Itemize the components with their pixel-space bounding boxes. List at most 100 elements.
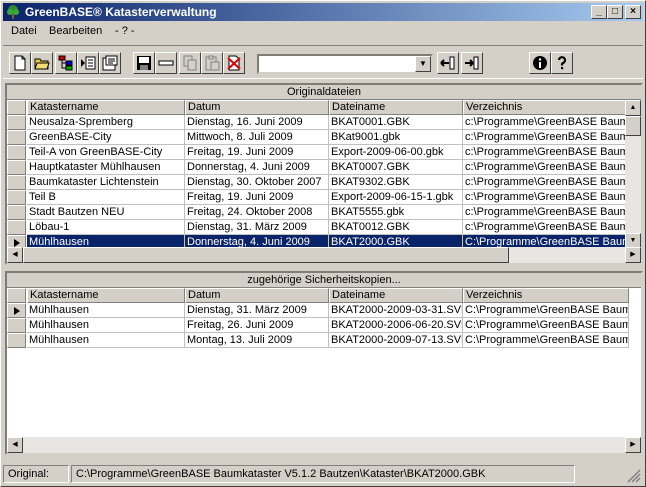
scroll-thumb[interactable] bbox=[625, 116, 641, 136]
originals-table-cell[interactable]: Mittwoch, 8. Juli 2009 bbox=[185, 130, 329, 145]
save-button[interactable] bbox=[133, 52, 155, 74]
info-button[interactable] bbox=[529, 52, 551, 74]
arrow-up-icon: ▲ bbox=[629, 104, 637, 111]
originals-row-indicator[interactable] bbox=[7, 160, 26, 175]
paste-disabled-button[interactable] bbox=[201, 52, 223, 74]
originals-row-indicator[interactable] bbox=[7, 190, 26, 205]
originals-horizontal-scrollbar[interactable]: ◀ ▶ bbox=[7, 247, 641, 263]
originals-table-cell[interactable]: Neusalza-Spremberg bbox=[27, 115, 185, 130]
minimize-panel-button[interactable] bbox=[155, 52, 177, 74]
help-button[interactable] bbox=[551, 52, 573, 74]
backups-row-indicator[interactable] bbox=[7, 303, 26, 318]
originals-table-cell[interactable]: Teil-A von GreenBASE-City bbox=[27, 145, 185, 160]
backups-horizontal-scrollbar[interactable]: ◀ ▶ bbox=[7, 437, 641, 453]
originals-table-cell[interactable]: Löbau-1 bbox=[27, 220, 185, 235]
originals-table-cell[interactable]: BKAT0007.GBK bbox=[329, 160, 463, 175]
originals-row-indicator[interactable] bbox=[7, 175, 26, 190]
originals-row-indicator[interactable] bbox=[7, 115, 26, 130]
delete-file-button[interactable] bbox=[223, 52, 245, 74]
originals-table-cell[interactable]: Baumkataster Lichtenstein bbox=[27, 175, 185, 190]
minimize-button[interactable]: _ bbox=[591, 5, 607, 19]
close-button[interactable]: × bbox=[625, 5, 641, 19]
originals-column-header[interactable]: Katastername bbox=[27, 100, 185, 115]
backups-table-cell[interactable]: BKAT2000-2006-06-20.SVB bbox=[329, 318, 463, 333]
backups-row-indicator[interactable] bbox=[7, 333, 26, 348]
originals-table-cell[interactable]: c:\Programme\GreenBASE Baumk bbox=[463, 130, 629, 145]
move-right-button[interactable] bbox=[461, 52, 483, 74]
maximize-button[interactable]: □ bbox=[607, 5, 623, 19]
originals-table-cell[interactable]: c:\Programme\GreenBASE Baumk bbox=[463, 175, 629, 190]
list-view-button[interactable] bbox=[77, 52, 99, 74]
originals-table-cell[interactable]: c:\Programme\GreenBASE Baumk bbox=[463, 190, 629, 205]
originals-table-cell[interactable]: Hauptkataster Mühlhausen bbox=[27, 160, 185, 175]
open-folder-button[interactable] bbox=[31, 52, 53, 74]
menu-bearbeiten[interactable]: Bearbeiten bbox=[49, 25, 102, 37]
backups-column-header[interactable]: Verzeichnis bbox=[463, 288, 629, 303]
kataster-combo[interactable]: ▼ bbox=[257, 54, 433, 74]
originals-vertical-scrollbar[interactable]: ▲ ▼ bbox=[625, 100, 641, 249]
backups-table-cell[interactable]: Mühlhausen bbox=[27, 318, 185, 333]
originals-column-header[interactable]: Verzeichnis bbox=[463, 100, 629, 115]
originals-column-header[interactable]: Datum bbox=[185, 100, 329, 115]
originals-column-header[interactable]: Dateiname bbox=[329, 100, 463, 115]
menu-help[interactable]: - ? - bbox=[115, 25, 135, 37]
scroll-up-button[interactable]: ▲ bbox=[625, 100, 641, 116]
backups-column-header[interactable]: Katastername bbox=[27, 288, 185, 303]
backups-table-cell[interactable]: C:\Programme\GreenBASE Baumkata bbox=[463, 333, 629, 348]
backups-column-header[interactable]: Dateiname bbox=[329, 288, 463, 303]
backups-table-cell[interactable]: Montag, 13. Juli 2009 bbox=[185, 333, 329, 348]
move-left-button[interactable] bbox=[437, 52, 459, 74]
originals-table-cell[interactable]: Freitag, 19. Juni 2009 bbox=[185, 190, 329, 205]
originals-table-cell[interactable]: GreenBASE-City bbox=[27, 130, 185, 145]
backups-table-cell[interactable]: BKAT2000-2009-03-31.SVB bbox=[329, 303, 463, 318]
backups-table-cell[interactable]: C:\Programme\GreenBASE Baumkata bbox=[463, 303, 629, 318]
backups-table-cell[interactable]: Freitag, 26. Juni 2009 bbox=[185, 318, 329, 333]
combo-dropdown-button[interactable]: ▼ bbox=[415, 56, 431, 72]
originals-table-cell[interactable]: Dienstag, 16. Juni 2009 bbox=[185, 115, 329, 130]
originals-row-indicator[interactable] bbox=[7, 220, 26, 235]
menu-datei[interactable]: Datei bbox=[11, 25, 37, 37]
resize-grip-icon[interactable] bbox=[627, 469, 641, 483]
tree-structure-button[interactable] bbox=[55, 52, 77, 74]
scroll-right-button[interactable]: ▶ bbox=[625, 247, 641, 263]
originals-table-cell[interactable]: c:\Programme\GreenBASE Baumk bbox=[463, 220, 629, 235]
originals-table-cell[interactable]: BKAT9302.GBK bbox=[329, 175, 463, 190]
backups-table-cell[interactable]: Mühlhausen bbox=[27, 303, 185, 318]
backups-table-cell[interactable]: Mühlhausen bbox=[27, 333, 185, 348]
new-file-button[interactable] bbox=[9, 52, 31, 74]
originals-table-cell[interactable]: Teil B bbox=[27, 190, 185, 205]
backups-table-cell[interactable]: Dienstag, 31. März 2009 bbox=[185, 303, 329, 318]
originals-table-cell[interactable]: Dienstag, 31. März 2009 bbox=[185, 220, 329, 235]
title-bar[interactable]: GreenBASE® Katasterverwaltung _ □ × bbox=[3, 3, 643, 21]
scroll-left-button[interactable]: ◀ bbox=[7, 247, 23, 263]
backups-header-corner bbox=[7, 288, 26, 303]
backups-row-indicator[interactable] bbox=[7, 318, 26, 333]
backups-table-cell[interactable]: BKAT2000-2009-07-13.SVB bbox=[329, 333, 463, 348]
originals-table-cell[interactable]: BKat9001.gbk bbox=[329, 130, 463, 145]
originals-row-indicator[interactable] bbox=[7, 205, 26, 220]
originals-table-cell[interactable]: Export-2009-06-15-1.gbk bbox=[329, 190, 463, 205]
backups-column-header[interactable]: Datum bbox=[185, 288, 329, 303]
scroll-left-button[interactable]: ◀ bbox=[7, 437, 23, 453]
originals-row-indicator[interactable] bbox=[7, 130, 26, 145]
properties-button[interactable] bbox=[99, 52, 121, 74]
originals-table-cell[interactable]: Donnerstag, 4. Juni 2009 bbox=[185, 160, 329, 175]
originals-table-cell[interactable]: c:\Programme\GreenBASE Baumk bbox=[463, 205, 629, 220]
scroll-right-button[interactable]: ▶ bbox=[625, 437, 641, 453]
originals-table-cell[interactable]: Dienstag, 30. Oktober 2007 bbox=[185, 175, 329, 190]
originals-table-cell[interactable]: c:\Programme\GreenBASE Baumk bbox=[463, 145, 629, 160]
originals-table-cell[interactable]: BKAT5555.gbk bbox=[329, 205, 463, 220]
copy-disabled-button[interactable] bbox=[179, 52, 201, 74]
originals-table-cell[interactable]: c:\Programme\GreenBASE Baumk bbox=[463, 115, 629, 130]
originals-table-cell[interactable]: Stadt Bautzen NEU bbox=[27, 205, 185, 220]
originals-table-cell[interactable]: BKAT0012.GBK bbox=[329, 220, 463, 235]
originals-table-cell[interactable]: BKAT0001.GBK bbox=[329, 115, 463, 130]
originals-table-cell[interactable]: c:\Programme\GreenBASE Baumk bbox=[463, 160, 629, 175]
scroll-thumb-horizontal[interactable] bbox=[23, 247, 509, 263]
originals-table-cell[interactable]: Freitag, 24. Oktober 2008 bbox=[185, 205, 329, 220]
backups-table-cell[interactable]: C:\Programme\GreenBASE Baumkata bbox=[463, 318, 629, 333]
originals-table-cell[interactable]: Export-2009-06-00.gbk bbox=[329, 145, 463, 160]
originals-row-indicator[interactable] bbox=[7, 145, 26, 160]
menu-bar: Datei Bearbeiten - ? - bbox=[3, 23, 643, 41]
originals-table-cell[interactable]: Freitag, 19. Juni 2009 bbox=[185, 145, 329, 160]
